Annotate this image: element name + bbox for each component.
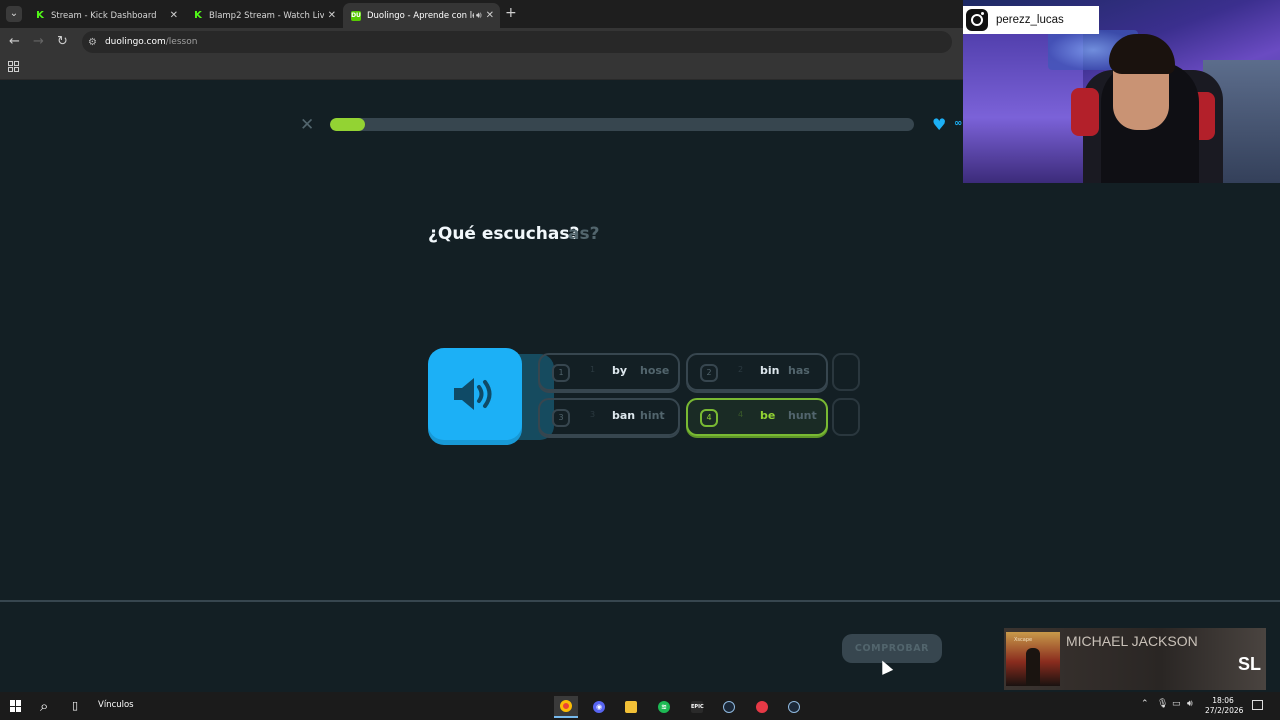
webcam-chair-accent [1071, 88, 1099, 136]
speaker-icon [454, 378, 492, 410]
steam-icon [788, 701, 800, 713]
epic-games-icon: EPIC [691, 701, 704, 713]
hearts-infinite-icon: ∞ [954, 118, 963, 129]
answer-option-2[interactable]: 2 2 bin has [686, 353, 828, 391]
clock-time: 18:06 [1212, 696, 1234, 705]
spotify-taskbar-icon[interactable]: ≋ [652, 696, 676, 718]
kick-icon: K [36, 9, 44, 21]
option-number-ghost: 4 [738, 410, 744, 419]
tab-audio-icon[interactable]: 🔊︎ [476, 11, 482, 21]
kick-icon: K [194, 9, 202, 21]
tab-title: Stream - Kick Dashboard [51, 10, 157, 21]
microphone-icon[interactable]: 🎙︎ [1157, 699, 1168, 709]
question-title: ¿Qué escuchas? [428, 224, 580, 244]
site-info-icon[interactable]: ⚙︎ [88, 37, 97, 48]
option-word-ghost: has [788, 364, 810, 377]
back-icon[interactable]: ← [9, 34, 20, 49]
clock-date: 27/2/2026 [1205, 706, 1244, 715]
network-icon[interactable]: ▭ [1172, 699, 1181, 709]
steam-taskbar-icon-2[interactable] [782, 696, 806, 718]
windows-start-icon[interactable] [10, 700, 22, 712]
answer-option-1[interactable]: 1 1 by hose [538, 353, 680, 391]
option-word: bin [760, 364, 780, 377]
tab-duolingo[interactable]: DU Duolingo - Aprende con lecciones 🔊︎ ✕ [343, 3, 500, 28]
instagram-handle: perezz_lucas [996, 14, 1064, 26]
answer-option-4[interactable]: 4 4 be hunt [686, 398, 828, 436]
windows-taskbar: ⌕ ▯ Vínculos ◉ ≋ EPIC ⌃ 🎙︎ ▭ 🔊︎ 18:06 27… [0, 692, 1280, 720]
steam-taskbar-icon[interactable] [717, 696, 741, 718]
music-song: SL [1238, 654, 1262, 674]
option-number: 4 [700, 409, 718, 427]
instagram-icon [966, 9, 988, 31]
discord-icon: ◉ [593, 701, 605, 713]
webcam-overlay: perezz_lucas [963, 0, 1280, 183]
tab-blamp2-stream[interactable]: K Blamp2 Stream - Watch Live on ✕ [185, 3, 342, 28]
discord-taskbar-icon[interactable]: ◉ [587, 696, 611, 718]
lesson-progress-bar [330, 118, 914, 131]
volume-icon[interactable]: 🔊︎ [1187, 699, 1193, 709]
apps-grid-icon[interactable] [8, 61, 19, 72]
option-word: ban [612, 409, 636, 422]
app-taskbar-icon[interactable] [750, 696, 774, 718]
option-number: 2 [700, 364, 718, 382]
now-playing-widget: Xscape MICHAEL JACKSON SL [1004, 628, 1266, 690]
url-text: duolingo.com/lesson [104, 37, 198, 47]
tab-title: Duolingo - Aprende con lecciones [367, 10, 474, 21]
option-word: by [612, 364, 628, 377]
option-ghost-edge [832, 353, 860, 391]
tab-kick-dashboard[interactable]: K Stream - Kick Dashboard ✕ [27, 3, 184, 28]
epic-games-taskbar-icon[interactable]: EPIC [685, 696, 709, 718]
option-number-ghost: 1 [590, 365, 596, 374]
tray-chevron-icon[interactable]: ⌃ [1141, 699, 1149, 709]
album-cover: Xscape [1006, 632, 1060, 686]
footer-divider [0, 600, 1280, 602]
option-number: 3 [552, 409, 570, 427]
forward-icon[interactable]: → [33, 34, 44, 49]
notifications-icon[interactable] [1252, 700, 1263, 710]
question-ghost-text: as? [568, 224, 600, 244]
option-ghost-edge [832, 398, 860, 436]
reload-icon[interactable]: ↻ [57, 34, 68, 49]
chrome-taskbar-icon[interactable] [554, 696, 578, 718]
tab-search-menu-icon[interactable]: ⌄ [6, 6, 22, 22]
close-lesson-icon[interactable]: ✕ [300, 115, 314, 135]
new-tab-icon[interactable]: + [505, 5, 517, 21]
spotify-icon: ≋ [658, 701, 670, 713]
album-figure [1026, 648, 1040, 686]
links-toolbar-label[interactable]: Vínculos [98, 700, 134, 710]
close-tab-icon[interactable]: ✕ [328, 10, 336, 21]
search-icon[interactable]: ⌕ [40, 697, 48, 715]
option-word-ghost: hose [640, 364, 670, 377]
url-field[interactable]: ⚙︎ duolingo.com/lesson [82, 31, 952, 53]
tab-title: Blamp2 Stream - Watch Live on [209, 10, 324, 21]
option-number-ghost: 3 [590, 410, 596, 419]
progress-fill [330, 118, 366, 131]
file-explorer-taskbar-icon[interactable] [619, 696, 643, 718]
hearts-icon[interactable]: ♥ [932, 115, 946, 134]
album-title: Xscape [1014, 637, 1033, 643]
option-word-ghost: hunt [788, 409, 817, 422]
check-button[interactable]: COMPROBAR [842, 634, 942, 663]
webcam-streamer-hair [1109, 34, 1175, 74]
option-number-ghost: 2 [738, 365, 744, 374]
music-artist: MICHAEL JACKSON [1066, 633, 1198, 649]
duolingo-icon: DU [351, 10, 361, 21]
instagram-badge: perezz_lucas [963, 6, 1099, 34]
option-word-ghost: hint [640, 409, 665, 422]
close-tab-icon[interactable]: ✕ [486, 10, 494, 21]
red-app-icon [756, 701, 768, 713]
folder-icon [625, 701, 637, 713]
taskbar-clock[interactable]: 18:06 27/2/2026 [1205, 696, 1244, 716]
task-view-icon[interactable]: ▯ [72, 699, 78, 712]
answer-option-3[interactable]: 3 3 ban hint [538, 398, 680, 436]
steam-icon [723, 701, 735, 713]
play-audio-button[interactable] [428, 348, 522, 440]
option-word: be [760, 409, 776, 422]
close-tab-icon[interactable]: ✕ [170, 10, 178, 21]
option-number: 1 [552, 364, 570, 382]
chrome-icon [560, 700, 572, 712]
